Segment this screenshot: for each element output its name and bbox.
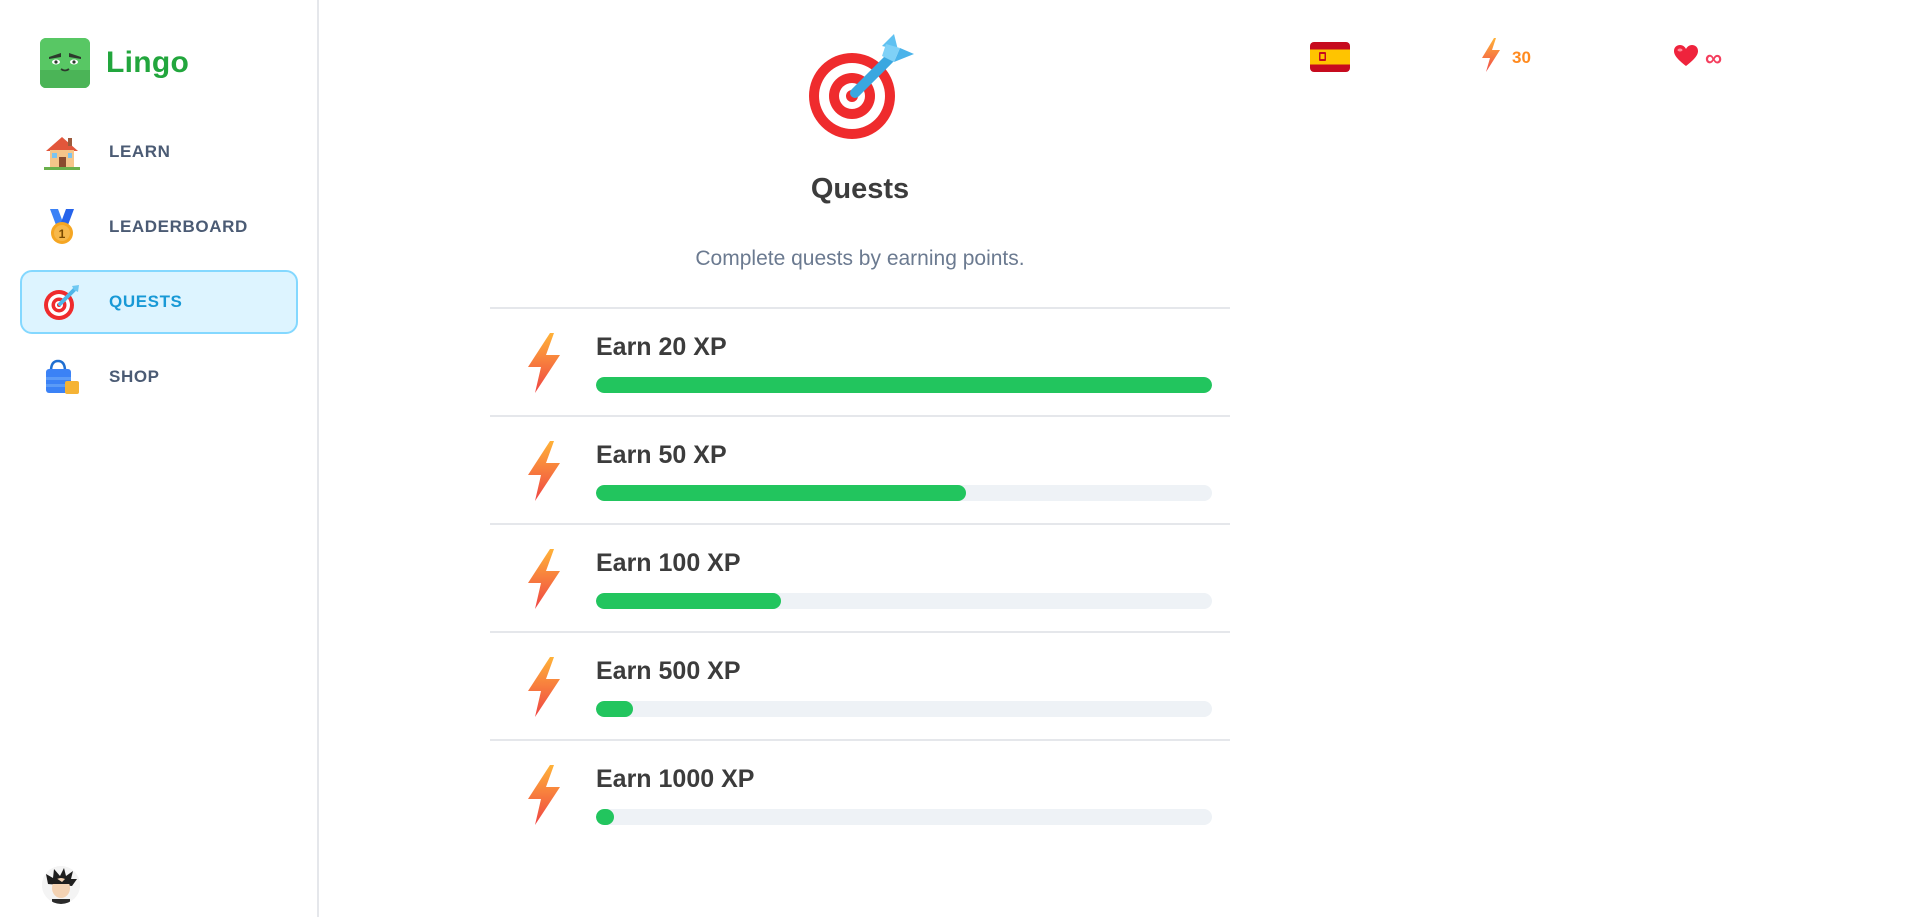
xp-counter[interactable]: 30 (1480, 38, 1531, 77)
quest-item: Earn 1000 XP (490, 739, 1230, 847)
quest-title: Earn 100 XP (596, 549, 741, 577)
sidebar-item-label: LEADERBOARD (109, 217, 248, 236)
quest-progress-fill (596, 809, 615, 825)
medal-icon: 1 (42, 207, 82, 247)
sidebar: Lingo LEARN 1 LEADERBOARD QUESTS SHOP (0, 0, 319, 917)
user-avatar[interactable] (42, 866, 80, 904)
house-icon (42, 132, 82, 172)
lightning-icon (524, 549, 564, 609)
lightning-icon (524, 333, 564, 393)
sidebar-item-label: LEARN (109, 142, 171, 161)
sidebar-item-shop[interactable]: SHOP (20, 345, 298, 409)
quest-item: Earn 100 XP (490, 523, 1230, 631)
lightning-icon (524, 441, 564, 501)
quest-title: Earn 50 XP (596, 441, 727, 469)
sidebar-item-label: SHOP (109, 367, 160, 386)
quest-progress-bar (596, 809, 1212, 825)
hearts-value: ∞ (1705, 44, 1723, 72)
shopping-bag-icon (42, 357, 82, 397)
spain-flag-icon[interactable] (1310, 42, 1350, 72)
quest-progress-fill (596, 701, 633, 717)
target-icon (42, 282, 82, 322)
quest-title: Earn 1000 XP (596, 765, 755, 793)
quest-progress-bar (596, 485, 1212, 501)
sidebar-item-leaderboard[interactable]: 1 LEADERBOARD (20, 195, 298, 259)
quest-progress-bar (596, 701, 1212, 717)
quest-progress-fill (596, 593, 781, 609)
sidebar-item-quests[interactable]: QUESTS (20, 270, 298, 334)
quest-progress-bar (596, 593, 1212, 609)
heart-icon (1673, 44, 1699, 73)
hearts-counter[interactable]: ∞ (1673, 44, 1722, 73)
header-stats: 30 ∞ (0, 36, 1920, 76)
sidebar-item-label: QUESTS (109, 292, 183, 311)
quest-item: Earn 20 XP (490, 307, 1230, 415)
lightning-icon (524, 765, 564, 825)
quest-list: Earn 20 XP Earn 50 XP Earn 100 XP Earn 5… (490, 307, 1230, 847)
quest-title: Earn 500 XP (596, 657, 741, 685)
xp-value: 30 (1512, 47, 1531, 67)
svg-text:1: 1 (59, 227, 66, 241)
lightning-icon (1480, 38, 1502, 77)
quest-progress-bar (596, 377, 1212, 393)
quest-progress-fill (596, 485, 966, 501)
page-subtitle: Complete quests by earning points. (695, 247, 1025, 270)
target-icon (808, 34, 914, 140)
page-title: Quests (810, 173, 910, 205)
sidebar-nav: LEARN 1 LEADERBOARD QUESTS SHOP (20, 120, 298, 420)
quest-item: Earn 500 XP (490, 631, 1230, 739)
quest-progress-fill (596, 377, 1212, 393)
lightning-icon (524, 657, 564, 717)
sidebar-item-learn[interactable]: LEARN (20, 120, 298, 184)
quest-title: Earn 20 XP (596, 333, 727, 361)
quest-item: Earn 50 XP (490, 415, 1230, 523)
